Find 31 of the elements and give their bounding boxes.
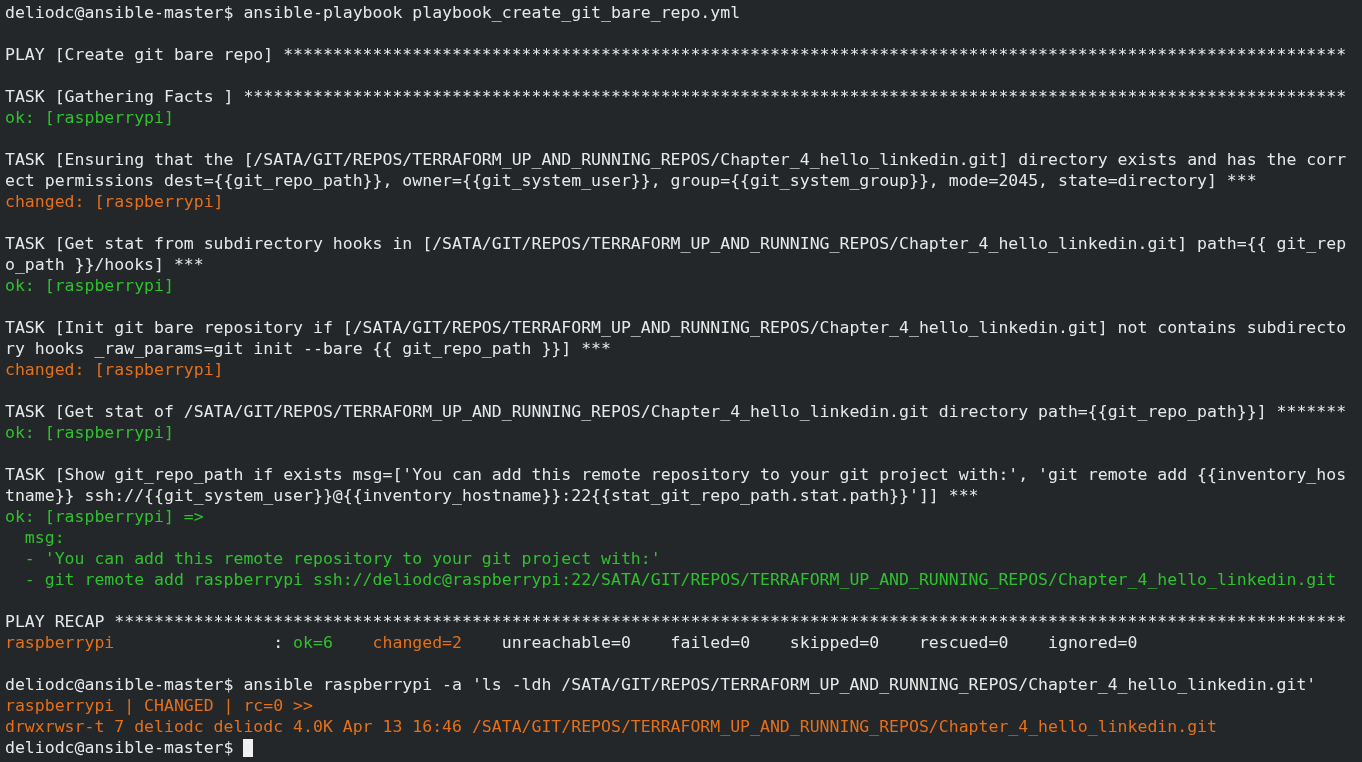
terminal-text: deliodc@ansible-master$ ansible-playbook playbook_create_git_bare_repo.yml xyxy=(5,2,741,23)
terminal-text: raspberrypi | CHANGED | rc=0 >> xyxy=(5,695,313,716)
terminal-text: o_path }}/hooks] *** xyxy=(5,254,204,275)
terminal-text: ry hooks _raw_params=git init --bare {{ git_repo_path }}] *** xyxy=(5,338,611,359)
terminal-text: ok: [raspberrypi] => xyxy=(5,506,204,527)
terminal-text: ok: [raspberrypi] xyxy=(5,107,174,128)
terminal-text: : xyxy=(272,632,285,653)
terminal-text: drwxrwsr-t 7 deliodc deliodc 4.0K Apr 13 16:46 /SATA/GIT/REPOS/TERRAFORM_UP_AND_RUNNING_REPOS/Chapter_4_hello_linkedin.git xyxy=(5,716,1217,737)
terminal-text: tname}} ssh://{{git_system_user}}@{{inventory_hostname}}:22{{stat_git_repo_path.stat.path}}']] *** xyxy=(5,485,979,506)
terminal-text: deliodc@ansible-master$ ansible raspberrypi -a 'ls -ldh /SATA/GIT/REPOS/TERRAFORM_UP_AND_RUNNING_REPOS/Chapter_4_hello_linkedin.git' xyxy=(5,674,1317,695)
terminal-text: ok: [raspberrypi] xyxy=(5,275,174,296)
terminal-text: PLAY [Create git bare repo] *********************************************************************************************************** xyxy=(5,44,1347,65)
terminal-text: TASK [Show git_repo_path if exists msg=['You can add this remote repository to your git project with:', 'git remote add {{inventory_hos xyxy=(5,464,1347,485)
terminal-text: TASK [Init git bare repository if [/SATA/GIT/REPOS/TERRAFORM_UP_AND_RUNNING_REPOS/Chapter_4_hello_linkedin.git] not contains subdirecto xyxy=(5,317,1347,338)
terminal-text: deliodc@ansible-master$ xyxy=(5,737,234,758)
terminal-text: ok: [raspberrypi] xyxy=(5,422,174,443)
terminal-text: changed: [raspberrypi] xyxy=(5,191,224,212)
terminal-text: TASK [Get stat of /SATA/GIT/REPOS/TERRAFORM_UP_AND_RUNNING_REPOS/Chapter_4_hello_linkedin.git directory path={{git_repo_path}}] ******* xyxy=(5,401,1347,422)
terminal-text: raspberrypi xyxy=(5,632,115,653)
terminal-text: changed: [raspberrypi] xyxy=(5,359,224,380)
terminal-text: msg: xyxy=(23,527,65,548)
terminal-text: TASK [Get stat from subdirectory hooks in [/SATA/GIT/REPOS/TERRAFORM_UP_AND_RUNNING_REPOS/Chapter_4_hello_linkedin.git] path={{ git_rep xyxy=(5,233,1347,254)
terminal-text: ok=6 xyxy=(293,632,333,653)
terminal-text: unreachable=0 failed=0 skipped=0 rescued=0 ignored=0 xyxy=(500,632,1138,653)
terminal-text: ect permissions dest={{git_repo_path}}, owner={{git_system_user}}, group={{git_system_group}}, mode=2045, state=directory] *** xyxy=(5,170,1257,191)
terminal-text: PLAY RECAP **************************************************************************************************************************** xyxy=(5,611,1347,632)
terminal-text: TASK [Ensuring that the [/SATA/GIT/REPOS/TERRAFORM_UP_AND_RUNNING_REPOS/Chapter_4_hello_linkedin.git] directory exists and has the corr xyxy=(5,149,1347,170)
terminal-text: changed=2 xyxy=(371,632,462,653)
terminal-text: TASK [Gathering Facts ] *************************************************************************************************************** xyxy=(5,86,1347,107)
terminal-text: - 'You can add this remote repository to your git project with:' xyxy=(23,548,661,569)
terminal-text: - git remote add raspberrypi ssh://deliodc@raspberrypi:22/SATA/GIT/REPOS/TERRAFORM_UP_AND_RUNNING_REPOS/Chapter_4_hello_linkedin.git xyxy=(23,569,1337,590)
